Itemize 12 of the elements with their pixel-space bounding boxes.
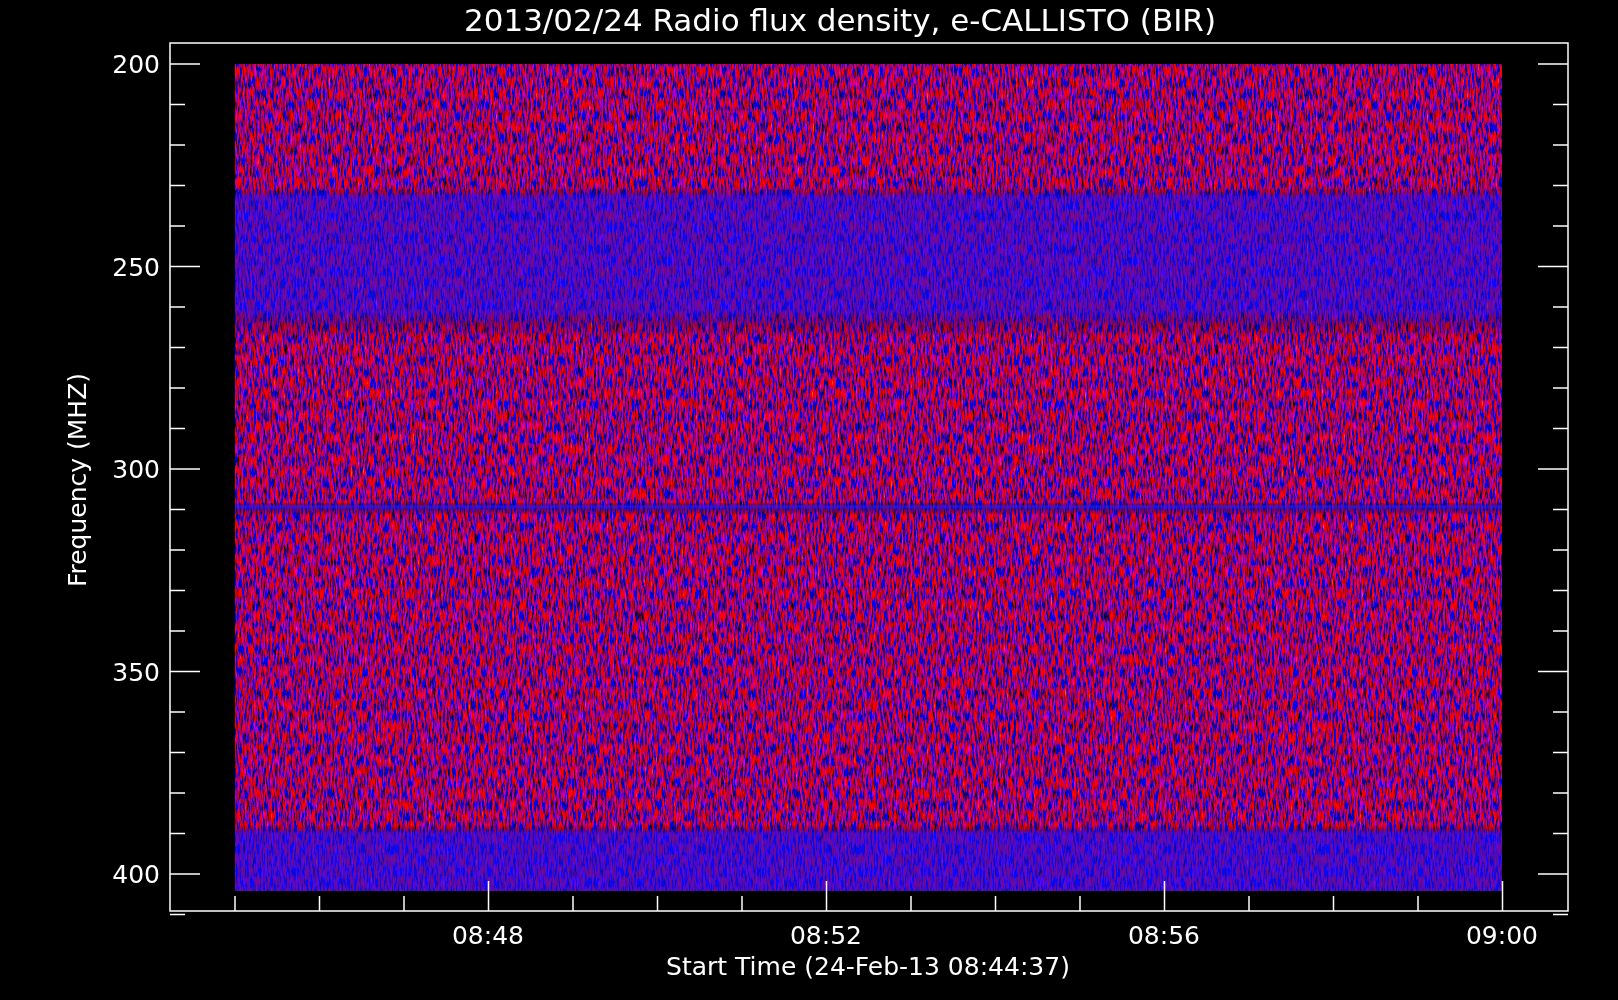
y-tick-label: 250 bbox=[112, 252, 160, 282]
x-tick-label: 09:00 bbox=[1466, 921, 1538, 950]
x-tick-label: 08:52 bbox=[790, 921, 862, 950]
y-tick-label: 400 bbox=[112, 860, 160, 889]
x-tick-label: 08:48 bbox=[452, 921, 524, 950]
y-tick-label: 200 bbox=[112, 50, 160, 79]
y-tick-label: 300 bbox=[112, 455, 160, 484]
chart-title: 2013/02/24 Radio flux density, e-CALLISTO (BIR) bbox=[464, 2, 1216, 38]
x-tick-label: 08:56 bbox=[1128, 921, 1200, 950]
y-tick-label: 350 bbox=[112, 657, 160, 687]
x-axis-label: Start Time (24-Feb-13 08:44:37) bbox=[666, 952, 1070, 981]
y-axis-label: Frequency (MHZ) bbox=[63, 372, 92, 588]
